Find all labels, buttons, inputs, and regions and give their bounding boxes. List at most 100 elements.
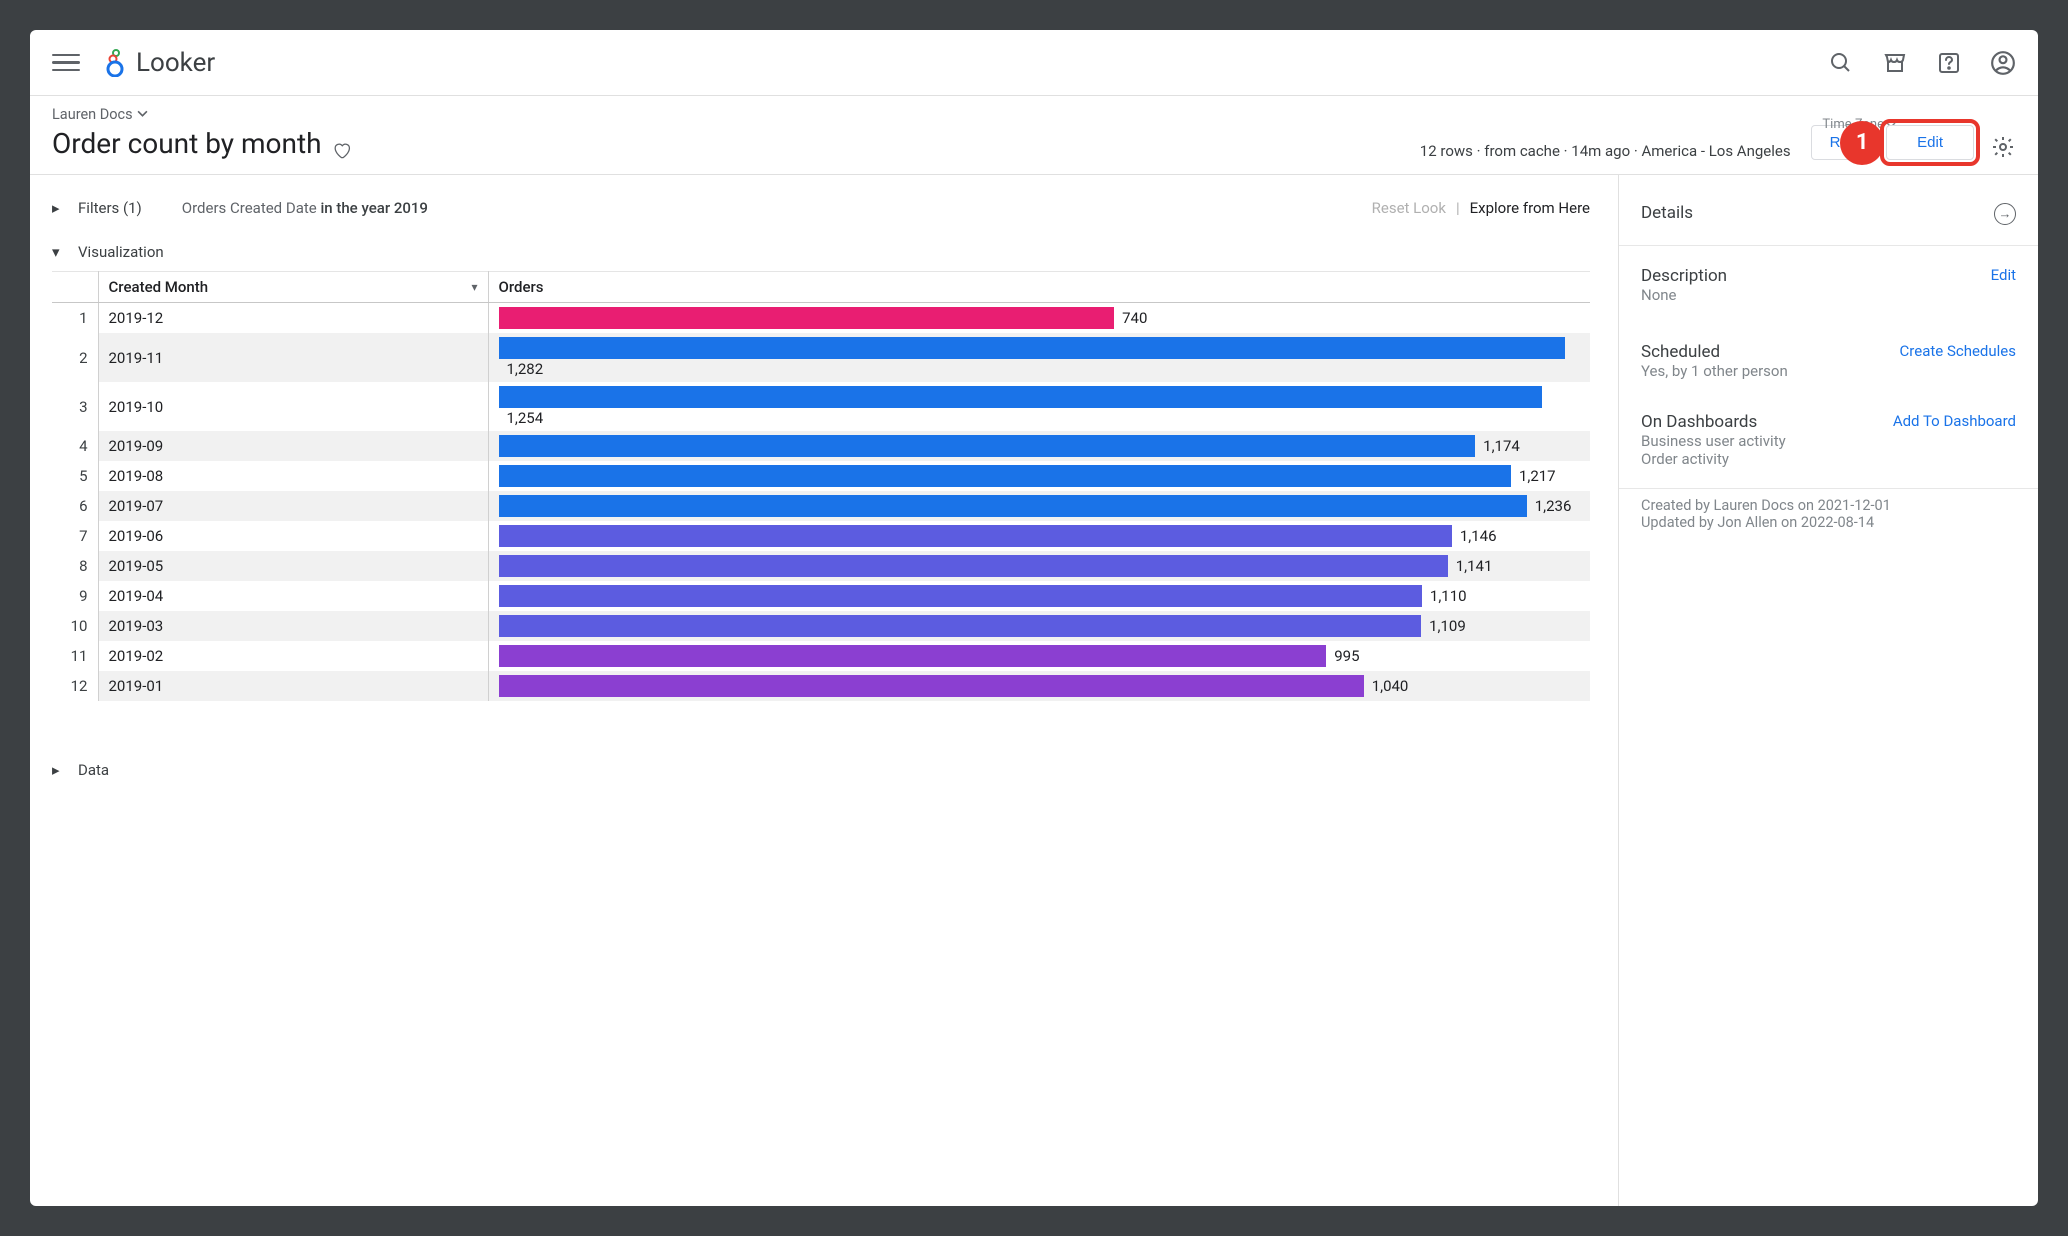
status-text: 12 rows · from cache · 14m ago · America…	[1420, 142, 1791, 160]
visualization-label: Visualization	[78, 243, 164, 261]
status-line: 12 rows · from cache · 14m ago · America…	[371, 142, 1791, 160]
top-bar: Looker	[30, 30, 2038, 96]
bar-value-label: 1,110	[1430, 587, 1467, 605]
orders-bar-cell: 1,174	[488, 431, 1590, 461]
chevron-down-icon: ▾	[471, 280, 477, 294]
bar-value-label: 1,282	[507, 360, 544, 378]
bar-value-label: 1,146	[1460, 527, 1497, 545]
row-index: 2	[52, 333, 98, 382]
bar	[499, 645, 1327, 667]
description-value: None	[1641, 286, 1727, 304]
bar	[499, 495, 1527, 517]
data-section-header[interactable]: ▸ Data	[52, 751, 1618, 789]
dashboard-item: Business user activity	[1641, 432, 1786, 450]
details-heading: Details	[1641, 203, 1693, 223]
details-panel: Details → Description None Edit Schedule…	[1618, 175, 2038, 1206]
orders-bar-cell: 1,110	[488, 581, 1590, 611]
bar-value-label: 1,174	[1483, 437, 1520, 455]
created-month-cell: 2019-03	[98, 611, 488, 641]
topbar-actions	[1828, 50, 2016, 76]
results-table: Created Month ▾ Orders 12019-1274022019-…	[52, 271, 1590, 701]
main-content: ▸ Filters (1) Orders Created Date in the…	[30, 175, 1618, 1206]
created-by-text: Created by Lauren Docs on 2021-12-01	[1641, 497, 2016, 514]
created-month-cell: 2019-02	[98, 641, 488, 671]
product-logo[interactable]: Looker	[104, 48, 215, 78]
row-index: 12	[52, 671, 98, 701]
orders-bar-cell: 1,141	[488, 551, 1590, 581]
page-title-text: Order count by month	[52, 127, 322, 160]
create-schedules-link[interactable]: Create Schedules	[1900, 342, 2016, 360]
explore-from-here-link[interactable]: Explore from Here	[1470, 199, 1590, 217]
gear-icon[interactable]	[1990, 134, 2016, 160]
row-index: 10	[52, 611, 98, 641]
bar	[499, 465, 1511, 487]
orders-bar-cell: 1,109	[488, 611, 1590, 641]
bar	[499, 307, 1115, 329]
bar-value-label: 1,141	[1456, 557, 1493, 575]
edit-description-link[interactable]: Edit	[1991, 266, 2016, 284]
breadcrumb-label: Lauren Docs	[52, 106, 133, 123]
caret-right-icon[interactable]: ▸	[52, 199, 62, 217]
created-month-header[interactable]: Created Month ▾	[98, 272, 488, 303]
product-name: Looker	[136, 48, 215, 78]
created-month-cell: 2019-04	[98, 581, 488, 611]
table-row: 22019-11 1,282	[52, 333, 1590, 382]
table-row: 82019-05 1,141	[52, 551, 1590, 581]
orders-bar-cell: 1,254	[488, 382, 1590, 431]
looker-logo-icon	[104, 49, 126, 77]
breadcrumb[interactable]: Lauren Docs	[52, 106, 351, 123]
row-index: 8	[52, 551, 98, 581]
created-month-cell: 2019-11	[98, 333, 488, 382]
orders-bar-cell: 1,217	[488, 461, 1590, 491]
on-dashboards-label: On Dashboards	[1641, 412, 1786, 432]
bar-value-label: 1,254	[507, 409, 544, 427]
bar	[499, 386, 1542, 408]
row-index: 3	[52, 382, 98, 431]
visualization-section-header[interactable]: ▾ Visualization	[52, 233, 1618, 271]
page-title: Order count by month	[52, 127, 351, 160]
row-index: 1	[52, 303, 98, 334]
edit-button[interactable]: Edit	[1886, 125, 1974, 160]
marketplace-icon[interactable]	[1882, 50, 1908, 76]
created-month-cell: 2019-09	[98, 431, 488, 461]
created-month-cell: 2019-12	[98, 303, 488, 334]
table-row: 92019-041,110	[52, 581, 1590, 611]
favorite-icon[interactable]	[332, 134, 351, 153]
created-month-cell: 2019-01	[98, 671, 488, 701]
table-row: 12019-12740	[52, 303, 1590, 334]
bar-value-label: 1,040	[1372, 677, 1409, 695]
row-number-header	[52, 272, 98, 303]
table-row: 102019-03 1,109	[52, 611, 1590, 641]
filters-label[interactable]: Filters (1)	[78, 199, 142, 217]
menu-icon[interactable]	[52, 49, 80, 77]
table-row: 32019-101,254	[52, 382, 1590, 431]
expand-icon[interactable]: →	[1994, 203, 2016, 225]
description-label: Description	[1641, 266, 1727, 286]
bar-value-label: 1,217	[1519, 467, 1556, 485]
orders-header[interactable]: Orders	[488, 272, 1590, 303]
bar	[499, 435, 1476, 457]
table-row: 62019-071,236	[52, 491, 1590, 521]
app-frame: Looker Lauren Docs	[30, 30, 2038, 1206]
row-index: 5	[52, 461, 98, 491]
chevron-down-icon	[137, 106, 148, 123]
created-month-cell: 2019-05	[98, 551, 488, 581]
bar	[499, 525, 1452, 547]
filter-description: Orders Created Date in the year 2019	[182, 199, 428, 217]
search-icon[interactable]	[1828, 50, 1854, 76]
orders-bar-cell: 1,040	[488, 671, 1590, 701]
caret-down-icon: ▾	[52, 243, 62, 261]
help-icon[interactable]	[1936, 50, 1962, 76]
dashboard-item: Order activity	[1641, 450, 1786, 468]
table-row: 42019-091,174	[52, 431, 1590, 461]
orders-bar-cell: 995	[488, 641, 1590, 671]
bar	[499, 555, 1448, 577]
table-row: 122019-01 1,040	[52, 671, 1590, 701]
bar-value-label: 1,109	[1429, 617, 1466, 635]
bar	[499, 615, 1422, 637]
account-icon[interactable]	[1990, 50, 2016, 76]
bar	[499, 585, 1422, 607]
reset-look-link: Reset Look	[1372, 199, 1446, 217]
add-to-dashboard-link[interactable]: Add To Dashboard	[1893, 412, 2016, 430]
updated-by-text: Updated by Jon Allen on 2022-08-14	[1641, 514, 2016, 531]
